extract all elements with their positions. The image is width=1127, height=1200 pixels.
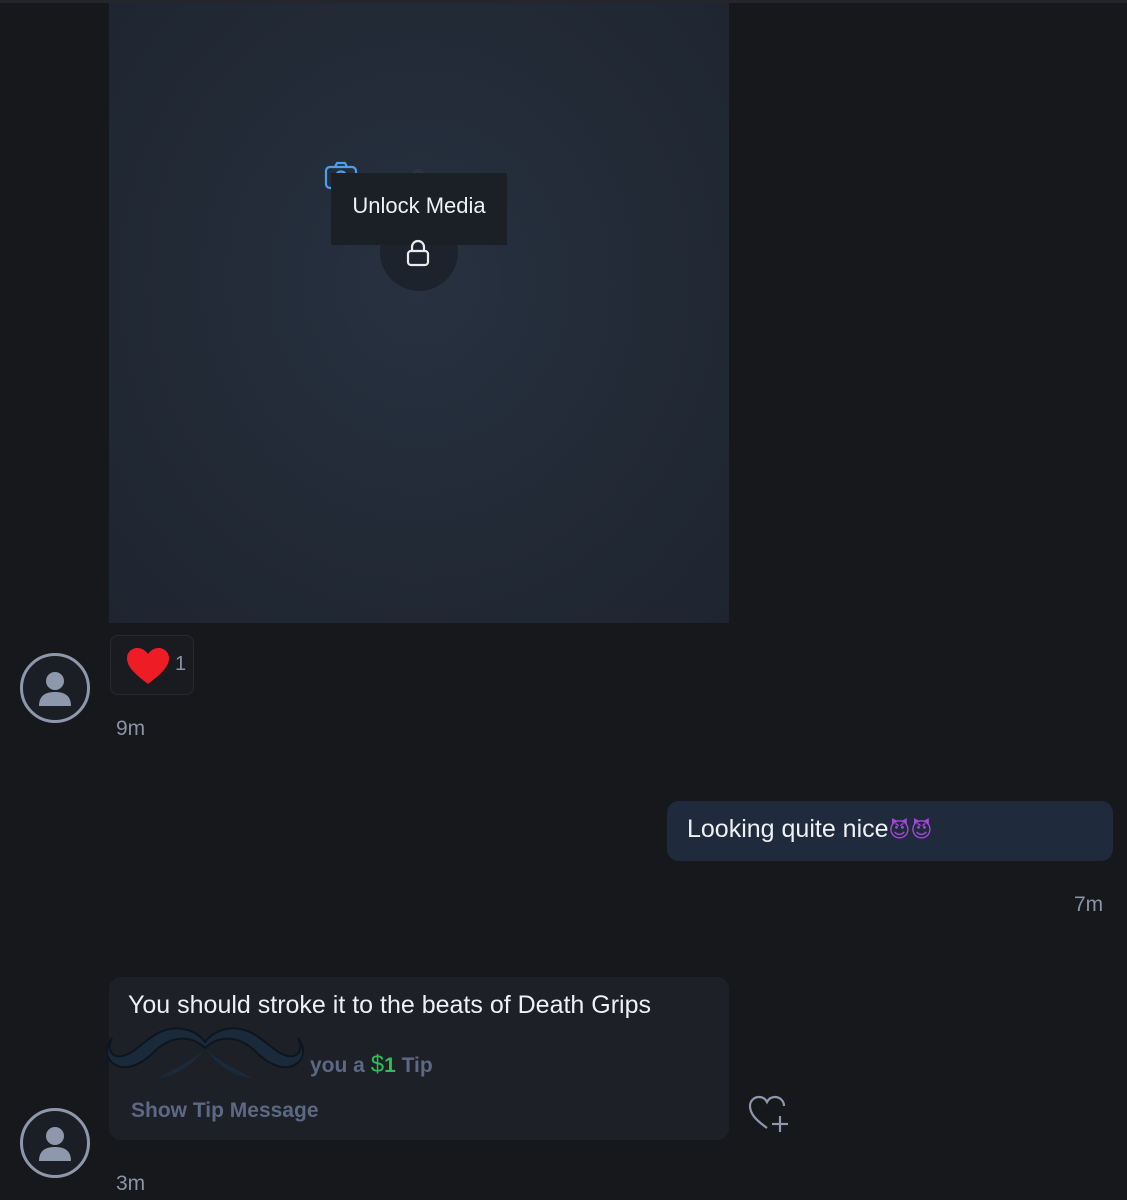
show-tip-message-link[interactable]: Show Tip Message bbox=[131, 1099, 319, 1123]
tip-amount: 1 bbox=[384, 1054, 396, 1077]
devil-emoji: 😈😈 bbox=[888, 818, 933, 842]
message-time: 3m bbox=[116, 1172, 146, 1195]
avatar[interactable] bbox=[20, 653, 90, 723]
reaction-count: 1 bbox=[175, 653, 187, 675]
tip-currency: $ bbox=[370, 1051, 385, 1078]
reaction-chip[interactable]: 1 bbox=[110, 635, 194, 695]
message-time: 7m bbox=[1074, 893, 1104, 916]
tip-suffix: Tip bbox=[401, 1054, 433, 1077]
avatar[interactable] bbox=[20, 1108, 90, 1178]
add-reaction-icon[interactable] bbox=[747, 1094, 791, 1134]
locked-media-card[interactable]: Unlock Media bbox=[109, 3, 729, 623]
user-icon bbox=[39, 672, 71, 706]
unlock-media-label: Unlock Media bbox=[352, 193, 486, 218]
message-text: You should stroke it to the beats of Dea… bbox=[128, 991, 651, 1019]
heart-icon bbox=[127, 648, 169, 684]
user-icon bbox=[39, 1127, 71, 1161]
mustache-redaction-icon bbox=[106, 1027, 304, 1078]
outgoing-message-bubble[interactable]: Looking quite nice😈😈 bbox=[667, 801, 1113, 861]
message-time: 9m bbox=[116, 717, 146, 740]
unlock-media-button[interactable]: Unlock Media bbox=[331, 173, 507, 245]
message-text: Looking quite nice bbox=[687, 815, 889, 843]
tip-prefix: you a bbox=[310, 1054, 365, 1077]
lock-icon bbox=[406, 239, 430, 267]
